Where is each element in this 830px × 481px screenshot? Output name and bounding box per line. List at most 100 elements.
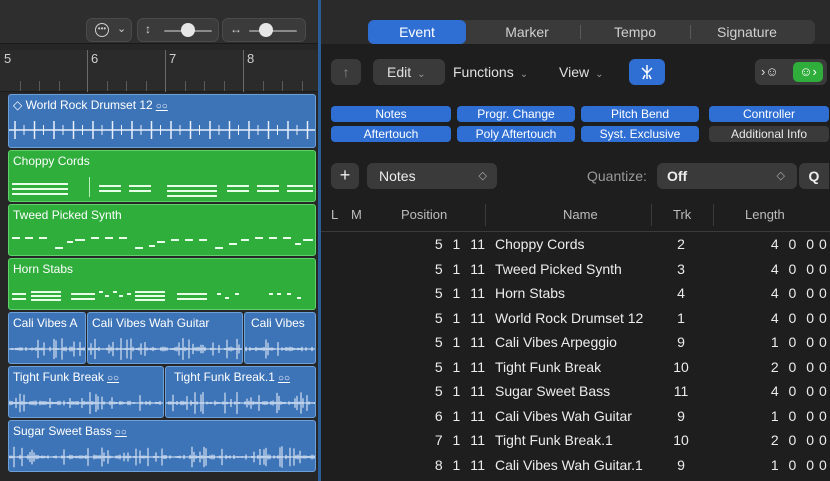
loop-icon: ○○ — [155, 101, 168, 112]
ruler-tick — [58, 81, 60, 91]
region-label: Tweed Picked Synth — [13, 208, 122, 222]
region-choppy-cords[interactable]: Choppy Cords — [8, 150, 316, 202]
quantize-select[interactable]: Off ◇ — [657, 163, 797, 189]
chevron-down-icon: ⌄ — [117, 23, 127, 35]
event-length: 4 0 0 — [770, 285, 817, 301]
midi-in-icon[interactable]: ›☺ — [761, 59, 779, 85]
ruler-tick — [126, 81, 127, 91]
region-cali-vibes-wah-guitar[interactable]: Cali Vibes Wah Guitar — [87, 312, 243, 364]
ruler-tick — [282, 81, 283, 91]
tab-tempo[interactable]: Tempo — [582, 20, 688, 44]
event-track: 1 — [677, 309, 685, 326]
more-options-button[interactable]: ••• ⌄ — [86, 18, 132, 42]
quantize-button[interactable]: Q — [799, 163, 829, 189]
tab-marker[interactable]: Marker — [474, 20, 580, 44]
audio-waveform — [166, 389, 315, 417]
table-row[interactable]: 5 1 1 1 Choppy Cords 2 4 0 00 — [321, 232, 830, 256]
filter-system-exclusive[interactable]: Syst. Exclusive — [581, 126, 699, 142]
region-label: World Rock Drumset 12 — [25, 98, 153, 112]
slider-knob[interactable] — [259, 23, 273, 37]
ruler-tick — [19, 81, 21, 91]
event-type-select[interactable]: Notes ◇ — [367, 163, 497, 189]
column-position[interactable]: Position — [401, 198, 447, 232]
drum-waveform — [9, 113, 315, 147]
tab-separator — [580, 25, 581, 39]
region-label: Tight Funk Break — [13, 370, 104, 384]
vertical-zoom-slider[interactable]: ↕ — [137, 18, 219, 42]
vertical-arrows-icon: ↕ — [145, 22, 151, 36]
event-position: 5 1 1 — [434, 334, 481, 350]
up-arrow-icon: ↑ — [342, 64, 350, 80]
filter-controller[interactable]: Controller — [709, 106, 829, 122]
event-length-ticks: 0 — [819, 285, 827, 301]
region-world-rock-drumset[interactable]: ◇ World Rock Drumset 12 ○○ — [8, 94, 316, 148]
table-row[interactable]: 5 1 1 1 Tweed Picked Synth 3 4 0 00 — [321, 257, 830, 281]
filter-program-change[interactable]: Progr. Change — [457, 106, 575, 122]
event-length: 2 0 0 — [770, 358, 817, 375]
event-name: Tight Funk Break.1 — [495, 432, 613, 448]
column-separator — [651, 204, 652, 226]
event-name: World Rock Drumset 12 — [495, 309, 644, 326]
table-row[interactable]: 5 1 1 1 Horn Stabs 4 4 0 00 — [321, 281, 830, 305]
column-lock[interactable]: L — [331, 198, 338, 232]
region-tweed-picked-synth[interactable]: Tweed Picked Synth — [8, 204, 316, 256]
edit-menu-label: Edit — [387, 64, 412, 80]
event-length: 1 0 0 — [770, 407, 817, 424]
midi-notes — [9, 281, 315, 309]
midi-notes — [9, 173, 315, 201]
table-row[interactable]: 8 1 1 1 Cali Vibes Wah Guitar.1 9 1 0 00 — [321, 453, 830, 477]
chevron-down-icon: ⌄ — [417, 69, 426, 80]
region-tight-funk-break-1[interactable]: Tight Funk Break.1 ○○ — [165, 366, 316, 418]
functions-menu-label: Functions — [453, 64, 514, 80]
tab-signature[interactable]: Signature — [694, 20, 800, 44]
region-label: Cali Vibes A — [13, 316, 78, 330]
midi-out-icon[interactable]: ☺› — [793, 62, 823, 82]
filter-pitch-bend[interactable]: Pitch Bend — [581, 106, 699, 122]
edit-menu[interactable]: Edit ⌄ — [373, 59, 445, 85]
tab-event[interactable]: Event — [368, 20, 466, 44]
event-edit-row: + Notes ◇ Quantize: Off ◇ Q — [321, 163, 830, 191]
table-row[interactable]: 5 1 1 1 Cali Vibes Arpeggio 9 1 0 00 — [321, 330, 830, 354]
region-horn-stabs[interactable]: Horn Stabs — [8, 258, 316, 310]
region-label: Choppy Cords — [13, 154, 90, 168]
column-track[interactable]: Trk — [673, 198, 691, 232]
up-down-chevron-icon: ◇ — [776, 170, 785, 182]
column-name[interactable]: Name — [563, 198, 598, 232]
quantize-value: Off — [667, 168, 688, 184]
functions-menu[interactable]: Functions ⌄ — [445, 59, 551, 85]
region-cali-vibes-wah-guitar-1[interactable]: Cali Vibes — [244, 312, 316, 364]
event-tick: 1 — [477, 285, 485, 301]
table-row[interactable]: 5 1 1 1 Tight Funk Break 10 2 0 00 — [321, 355, 830, 379]
bar-number: 5 — [4, 51, 12, 66]
event-track: 2 — [677, 236, 685, 252]
event-length-ticks: 0 — [819, 358, 827, 375]
catch-button[interactable] — [629, 59, 665, 85]
region-tight-funk-break[interactable]: Tight Funk Break ○○ — [8, 366, 164, 418]
region-cali-vibes-arpeggio[interactable]: Cali Vibes A — [8, 312, 86, 364]
filter-poly-aftertouch[interactable]: Poly Aftertouch — [457, 126, 575, 142]
up-arrow-button[interactable]: ↑ — [331, 59, 361, 85]
bar-ruler[interactable]: 5 6 7 8 — [0, 50, 318, 92]
add-event-button[interactable]: + — [331, 163, 359, 189]
filter-aftertouch[interactable]: Aftertouch — [331, 126, 451, 142]
chevron-down-icon: ⌄ — [595, 69, 604, 80]
quantize-label: Quantize: — [587, 168, 647, 184]
table-row[interactable]: 6 1 1 1 Cali Vibes Wah Guitar 9 1 0 00 — [321, 404, 830, 428]
ruler-tick — [145, 81, 147, 91]
table-row[interactable]: 7 1 1 1 Tight Funk Break.1 10 2 0 00 — [321, 428, 830, 452]
event-length-ticks: 0 — [819, 383, 827, 399]
horizontal-zoom-slider[interactable]: ↔ — [222, 18, 306, 42]
column-mute[interactable]: M — [351, 198, 362, 232]
event-name: Choppy Cords — [495, 236, 585, 252]
filter-notes[interactable]: Notes — [331, 106, 451, 122]
view-menu[interactable]: View ⌄ — [551, 59, 623, 85]
region-sugar-sweet-bass[interactable]: Sugar Sweet Bass ○○ — [8, 420, 316, 472]
column-length[interactable]: Length — [745, 198, 785, 232]
table-row[interactable]: 5 1 1 1 Sugar Sweet Bass 11 4 0 00 — [321, 379, 830, 403]
table-row[interactable]: 5 1 1 1 World Rock Drumset 12 1 4 0 00 — [321, 306, 830, 330]
event-tick: 1 — [477, 334, 485, 350]
slider-knob[interactable] — [181, 23, 195, 37]
event-track: 10 — [673, 358, 689, 375]
filter-additional-info[interactable]: Additional Info — [709, 126, 829, 142]
audio-waveform — [9, 389, 163, 417]
